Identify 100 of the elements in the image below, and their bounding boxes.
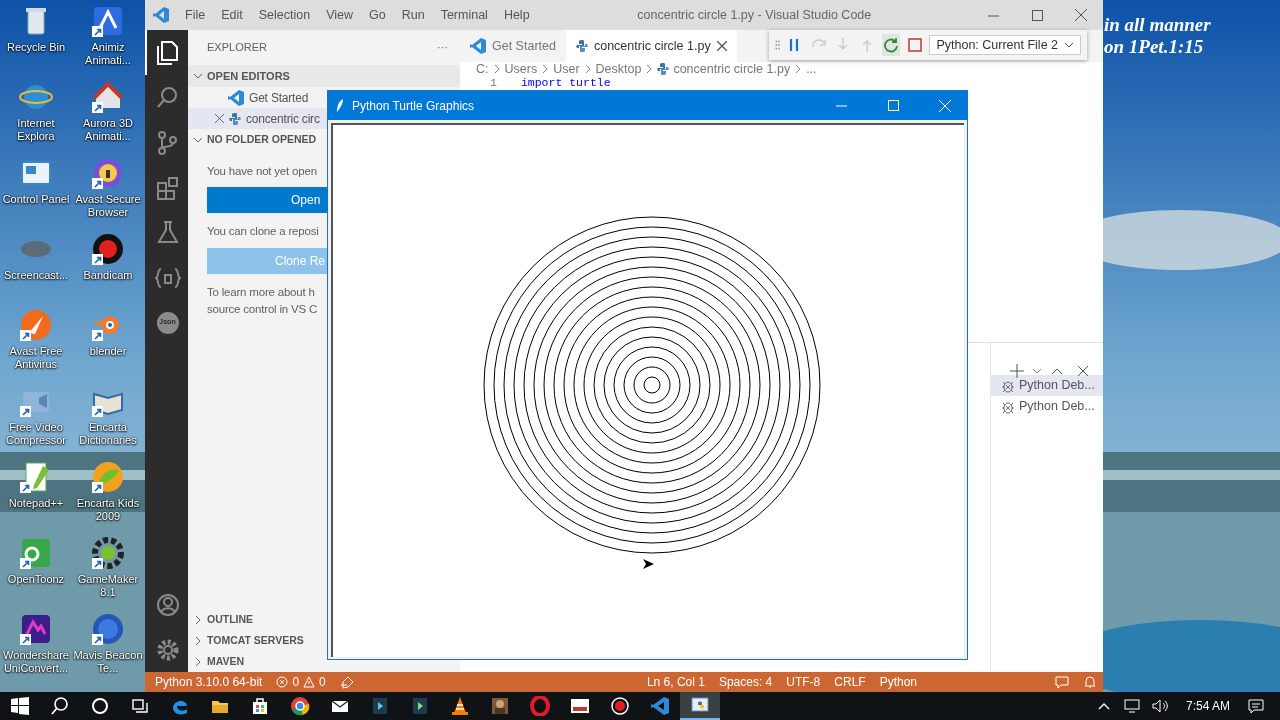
desktop-shortcut[interactable]: Avast Free Antivirus: [0, 306, 72, 382]
maximize-icon[interactable]: [1031, 9, 1043, 21]
window-title: Python Turtle Graphics: [352, 97, 475, 115]
desktop-shortcut[interactable]: Notepad++: [0, 458, 72, 534]
breadcrumb-item[interactable]: Desktop: [595, 59, 642, 79]
bag-icon[interactable]: [250, 696, 270, 716]
section-header[interactable]: NO FOLDER OPENED: [188, 129, 327, 151]
network-icon[interactable]: [1123, 699, 1142, 713]
panel-title: EXPLORER: [207, 40, 268, 56]
image-icon[interactable]: [490, 696, 510, 716]
interpreter-status[interactable]: Python 3.10.0 64-bit: [155, 673, 263, 691]
breadcrumb-item[interactable]: Users: [504, 59, 538, 79]
section-header[interactable]: MAVEN: [188, 651, 327, 672]
message-text: You can clone a reposi: [207, 224, 320, 240]
desktop-shortcut[interactable]: blender: [72, 306, 144, 382]
account-icon[interactable]: [155, 592, 180, 617]
status-item[interactable]: Spaces: 4: [718, 673, 773, 691]
breadcrumb-item[interactable]: C:: [476, 59, 489, 79]
status-item[interactable]: CRLF: [834, 673, 866, 691]
line-number: 1: [490, 77, 497, 89]
breadcrumb-item[interactable]: concentric circle 1.py: [657, 59, 791, 79]
chevron-right-icon: [542, 64, 549, 74]
problems-status[interactable]: 0 0: [276, 673, 326, 691]
close-icon[interactable]: [1075, 9, 1087, 21]
desktop-shortcut[interactable]: Avast Secure Browser: [72, 154, 144, 230]
close-icon[interactable]: [215, 114, 224, 123]
search-icon[interactable]: [50, 696, 70, 716]
editor-tab[interactable]: concentric circle 1.py: [565, 30, 737, 62]
open-editor-item[interactable]: Get Started: [188, 87, 327, 108]
desktop-shortcut[interactable]: Screencast...: [0, 230, 72, 306]
desktop-shortcut[interactable]: Mavis Beacon Te...: [72, 610, 144, 686]
clock-text[interactable]: 7:54 AM: [1185, 697, 1230, 715]
menu-item[interactable]: File: [177, 2, 214, 28]
desktop-shortcut[interactable]: Bandicam: [72, 230, 144, 306]
circle-icon[interactable]: [90, 696, 110, 716]
play-icon[interactable]: [370, 696, 390, 716]
notification-icon[interactable]: [1248, 699, 1264, 713]
status-item[interactable]: Python: [879, 673, 917, 691]
task-view-icon[interactable]: [130, 696, 150, 716]
window-icon[interactable]: [690, 695, 710, 715]
section-header[interactable]: TOMCAT SERVERS: [188, 630, 327, 651]
wallpaper-text: on 1Pet.1:15: [1104, 36, 1205, 58]
close-icon[interactable]: [1078, 366, 1088, 376]
menu-item[interactable]: Run: [393, 2, 433, 28]
menu-item[interactable]: Go: [361, 2, 394, 28]
desktop-shortcut[interactable]: Wondershare UniConvert...: [0, 610, 72, 686]
windows-logo-icon[interactable]: [10, 696, 30, 716]
code-line: import turtle: [520, 77, 611, 89]
share-icon[interactable]: [339, 675, 354, 689]
drag-handle-icon[interactable]: [775, 39, 781, 51]
open-folder-button[interactable]: Open: [207, 187, 327, 214]
editor-tab[interactable]: Get Started: [460, 30, 566, 62]
close-icon[interactable]: [716, 41, 727, 51]
menu-item[interactable]: Terminal: [432, 2, 496, 28]
record-icon[interactable]: [610, 696, 630, 716]
code-logo-icon: [228, 89, 244, 106]
menu-item[interactable]: Help: [495, 2, 538, 28]
breadcrumb-item[interactable]: ...: [806, 59, 817, 79]
status-item[interactable]: UTF-8: [786, 673, 821, 691]
desktop-shortcut[interactable]: Animiz Animati...: [72, 2, 144, 78]
files-icon[interactable]: [154, 39, 181, 66]
desktop-shortcut[interactable]: Recycle Bin: [0, 2, 72, 78]
breadcrumb-item[interactable]: User: [553, 59, 580, 79]
desktop-shortcut[interactable]: Aurora 3D Animati...: [72, 78, 144, 154]
python-file-icon: [229, 112, 241, 125]
settings-icon[interactable]: [155, 637, 180, 662]
menu-item[interactable]: Selection: [250, 2, 319, 28]
desktop-shortcut[interactable]: Control Panel: [0, 154, 72, 230]
desktop-shortcut[interactable]: OpenToonz: [0, 534, 72, 610]
desktop-shortcut[interactable]: Internet Explora: [0, 78, 72, 154]
section-header[interactable]: OPEN EDITORS: [188, 65, 460, 87]
config-dropdown[interactable]: Python: Current File 2: [929, 35, 1081, 55]
stop-icon[interactable]: [906, 37, 923, 53]
feedback-icon[interactable]: [1055, 675, 1069, 689]
more-actions-button[interactable]: ···: [437, 39, 448, 56]
debug-session-item[interactable]: Python Deb...: [991, 375, 1103, 396]
open-editor-item[interactable]: concentric circ: [188, 108, 327, 129]
menu-item[interactable]: Edit: [213, 2, 251, 28]
restart-icon[interactable]: [882, 37, 899, 53]
speaker-icon[interactable]: [1151, 699, 1170, 713]
status-item[interactable]: Ln 6, Col 1: [646, 673, 705, 691]
chrome-icon[interactable]: [290, 696, 310, 716]
section-header[interactable]: OUTLINE: [188, 609, 327, 630]
menu-item[interactable]: View: [318, 2, 361, 28]
chevron-right-icon: [493, 64, 500, 74]
game-cover-icon[interactable]: [570, 696, 590, 716]
caret-icon[interactable]: [1033, 368, 1041, 374]
window-title: concentric circle 1.py - Visual Studio Code: [636, 6, 873, 24]
desktop-shortcut[interactable]: Encarta Kids 2009: [72, 458, 144, 534]
error-icon: [276, 676, 289, 688]
chevron-up-icon[interactable]: [1052, 368, 1062, 374]
debug-session-item[interactable]: Python Deb...: [991, 396, 1103, 417]
code-logo-icon[interactable]: [650, 696, 670, 716]
plus-icon[interactable]: [1010, 364, 1024, 378]
bell-icon[interactable]: [1083, 675, 1097, 689]
blocks-icon[interactable]: [154, 174, 181, 201]
ring-icon[interactable]: [530, 696, 550, 716]
cone-icon[interactable]: [450, 696, 470, 716]
desktop-shortcut[interactable]: GameMaker 8.1: [72, 534, 144, 610]
play-icon[interactable]: [410, 696, 430, 716]
